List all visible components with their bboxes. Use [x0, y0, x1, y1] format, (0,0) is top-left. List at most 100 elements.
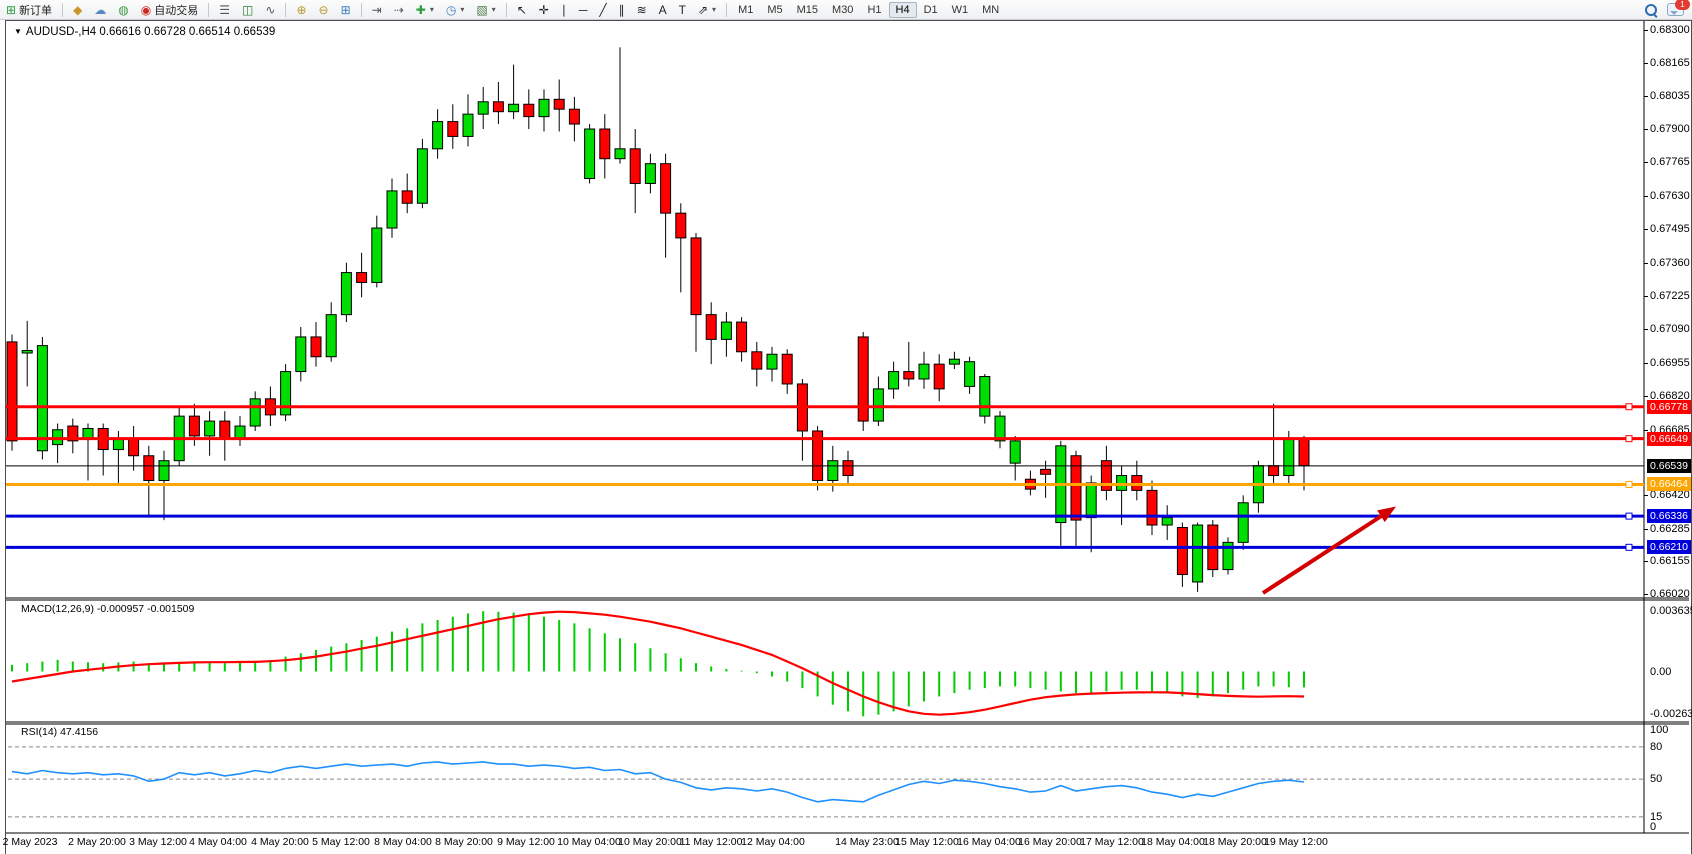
price-axis-tick: [1644, 162, 1648, 163]
timeframe-button-m30[interactable]: M30: [825, 2, 860, 18]
toolbar-separator: [62, 3, 63, 17]
cursor-icon: ↖: [517, 4, 527, 16]
tile-windows-button[interactable]: ⊞: [336, 2, 356, 18]
auto-scroll-button[interactable]: ⇥: [367, 2, 387, 18]
price-axis-tick: [1644, 329, 1648, 330]
fibonacci-button[interactable]: ≋: [632, 2, 652, 18]
candle-body-bear: [357, 273, 367, 283]
timeframe-button-m15[interactable]: M15: [790, 2, 825, 18]
support-line-1-handle[interactable]: [1626, 513, 1632, 519]
notification-badge: 1: [1675, 0, 1690, 10]
line-chart-icon: ∿: [265, 4, 275, 16]
zoom-out-button[interactable]: ⊖: [314, 2, 334, 18]
history-center-icon: ◆: [73, 4, 82, 16]
candle-body-bull: [22, 351, 32, 353]
indicators-button[interactable]: ✚▾: [411, 2, 439, 18]
candle-body-bear: [7, 342, 17, 441]
trendline-button[interactable]: ╱: [594, 2, 611, 18]
text-button[interactable]: A: [654, 2, 672, 18]
new-order-button[interactable]: ⊞新订单: [1, 0, 57, 20]
time-axis-label: 9 May 12:00: [497, 836, 555, 848]
candle-body-bull: [205, 421, 215, 436]
chart-window[interactable]: ▼AUDUSD-,H4 0.66616 0.66728 0.66514 0.66…: [5, 20, 1692, 854]
time-axis-label: 2 May 20:00: [68, 836, 126, 848]
candle-body-bear: [630, 149, 640, 184]
bar-chart-button[interactable]: ☰: [214, 2, 235, 18]
new-order-icon: ⊞: [6, 4, 16, 16]
price-axis-tick: [1644, 561, 1648, 562]
timeframe-button-mn[interactable]: MN: [975, 2, 1006, 18]
cursor-button[interactable]: ↖: [512, 2, 532, 18]
macd-axis-label: -0.00263: [1650, 708, 1692, 720]
rsi-axis-label: 100: [1650, 724, 1668, 736]
crosshair-button[interactable]: ✛: [534, 2, 554, 18]
price-axis-label: 0.68300: [1650, 24, 1690, 36]
horizontal-line-button[interactable]: ─: [574, 2, 593, 18]
macd-axis-label: 0.003635: [1650, 605, 1692, 617]
support-line-2-handle[interactable]: [1626, 544, 1632, 550]
autotrade-button[interactable]: ◉自动交易: [136, 0, 203, 20]
candle-body-bull: [463, 114, 473, 136]
history-center-button[interactable]: ◆: [68, 2, 87, 18]
vertical-line-button[interactable]: ∣: [556, 2, 572, 18]
timeframe-button-m5[interactable]: M5: [760, 2, 789, 18]
orange-level-line-handle[interactable]: [1626, 481, 1632, 487]
horizontal-line-icon: ─: [579, 4, 588, 16]
resistance-line-2-handle[interactable]: [1626, 436, 1632, 442]
signals-button[interactable]: ◍: [113, 2, 133, 18]
price-axis-tick: [1644, 594, 1648, 595]
candle-body-bear: [934, 364, 944, 389]
price-axis-label: 0.66285: [1650, 523, 1690, 535]
arrows-button[interactable]: ⇗▾: [693, 2, 721, 18]
price-axis-tick: [1644, 495, 1648, 496]
resistance-line-1-handle[interactable]: [1626, 404, 1632, 410]
search-icon[interactable]: [1645, 4, 1657, 16]
time-axis-label: 10 May 20:00: [618, 836, 682, 848]
chart-shift-button[interactable]: ⇢: [389, 2, 409, 18]
time-axis-label: 15 May 12:00: [895, 836, 959, 848]
price-axis-tick: [1644, 363, 1648, 364]
candlestick-chart-button[interactable]: ◫: [237, 2, 258, 18]
timeframe-button-w1[interactable]: W1: [945, 2, 976, 18]
mt-terminal: ⊞新订单◆☁◍◉自动交易☰◫∿⊕⊖⊞⇥⇢✚▾◷▾▧▾↖✛∣─╱∥≋AT⇗▾M1M…: [0, 0, 1692, 854]
periods-button[interactable]: ◷▾: [441, 2, 470, 18]
rsi-axis-label: 80: [1650, 741, 1662, 753]
equidistant-channel-button[interactable]: ∥: [614, 2, 630, 18]
price-axis-label: 0.66955: [1650, 357, 1690, 369]
timeframe-button-d1[interactable]: D1: [917, 2, 945, 18]
chat-icon[interactable]: 1: [1667, 3, 1684, 16]
price-axis-label: 0.67090: [1650, 323, 1690, 335]
line-chart-button[interactable]: ∿: [260, 2, 280, 18]
dropdown-caret-icon[interactable]: ▾: [492, 5, 496, 14]
macd-axis-label: 0.00: [1650, 666, 1671, 678]
candle-body-bear: [524, 104, 534, 116]
candle-body-bear: [569, 109, 579, 124]
text-label-button[interactable]: T: [674, 2, 691, 18]
dropdown-caret-icon[interactable]: ▾: [460, 5, 464, 14]
candle-body-bull: [767, 354, 777, 369]
time-axis-label: 5 May 12:00: [312, 836, 370, 848]
timeframe-button-h4[interactable]: H4: [889, 2, 917, 18]
chevron-down-icon[interactable]: ▼: [14, 27, 22, 36]
community-button[interactable]: ☁: [89, 2, 111, 18]
chart-canvas[interactable]: [6, 21, 1689, 852]
candle-body-bull: [585, 129, 595, 179]
toolbar-separator: [208, 3, 209, 17]
dropdown-caret-icon[interactable]: ▾: [712, 5, 716, 14]
templates-button[interactable]: ▧▾: [471, 2, 500, 18]
candle-body-bull: [1086, 483, 1096, 518]
candle-body-bear: [676, 213, 686, 238]
dropdown-caret-icon[interactable]: ▾: [430, 5, 434, 14]
candle-body-bull: [1162, 518, 1172, 525]
autotrade-icon: ◉: [141, 4, 151, 16]
candle-body-bear: [691, 238, 701, 315]
time-axis-label: 8 May 20:00: [435, 836, 493, 848]
rsi-axis-label: 0: [1650, 821, 1656, 833]
time-axis-label: 8 May 04:00: [374, 836, 432, 848]
candle-body-bull: [478, 102, 488, 114]
candle-body-bull: [417, 149, 427, 203]
timeframe-button-m1[interactable]: M1: [731, 2, 760, 18]
crosshair-icon: ✛: [539, 4, 549, 16]
timeframe-button-h1[interactable]: H1: [860, 2, 888, 18]
zoom-in-button[interactable]: ⊕: [291, 2, 311, 18]
